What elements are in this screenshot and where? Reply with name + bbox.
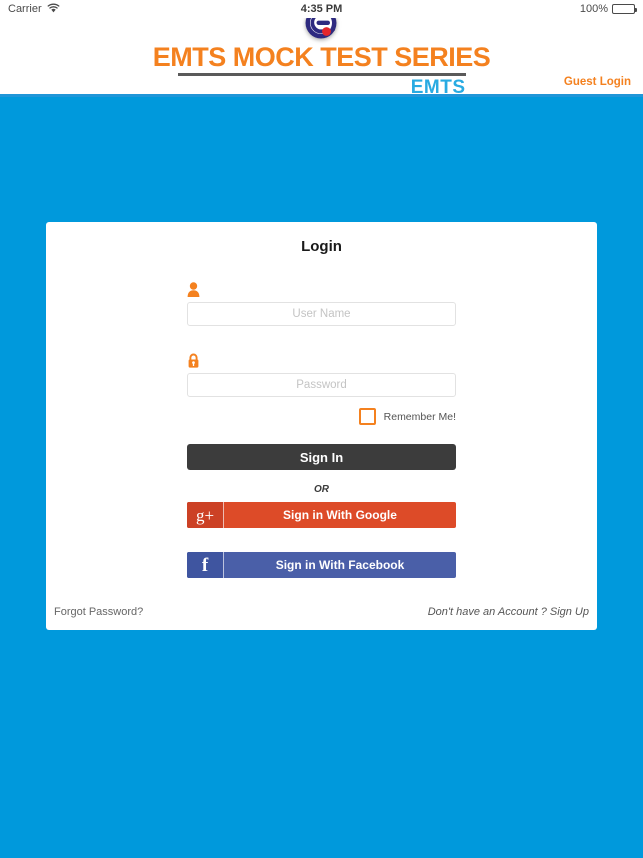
google-plus-icon: g+ xyxy=(187,502,224,528)
or-divider-label: OR xyxy=(314,484,329,495)
facebook-icon: f xyxy=(187,552,224,578)
status-bar: Carrier 4:35 PM 100% xyxy=(0,0,643,18)
sign-in-with-facebook-button[interactable]: f Sign in With Facebook xyxy=(187,552,456,578)
sign-in-with-google-button[interactable]: g+ Sign in With Google xyxy=(187,502,456,528)
google-button-label: Sign in With Google xyxy=(283,508,397,522)
sign-up-link[interactable]: Don't have an Account ? Sign Up xyxy=(428,606,589,618)
page-title: Login xyxy=(301,238,342,255)
status-bar-time: 4:35 PM xyxy=(300,3,343,15)
guest-login-button[interactable]: Guest Login xyxy=(564,76,631,88)
brand-underline-rule xyxy=(177,73,466,76)
remember-me-row: Remember Me! xyxy=(46,408,597,425)
forgot-password-link[interactable]: Forgot Password? xyxy=(54,606,143,618)
username-input[interactable] xyxy=(187,302,456,326)
remember-me-checkbox[interactable] xyxy=(358,408,376,425)
field-spacer xyxy=(46,326,597,348)
login-card: Login Remember Me! Sign In OR xyxy=(46,222,597,630)
google-plus-glyph: g+ xyxy=(195,505,215,525)
brand-wordmark: EMTS MOCK TEST SERIES xyxy=(152,42,491,72)
card-footer: Forgot Password? Don't have an Account ?… xyxy=(46,594,597,630)
remember-me-label: Remember Me! xyxy=(383,410,456,423)
status-bar-right: 100% xyxy=(579,3,637,15)
lock-icon xyxy=(187,348,456,368)
sign-in-button[interactable]: Sign In xyxy=(187,444,456,470)
facebook-glyph: f xyxy=(201,554,209,576)
password-input[interactable] xyxy=(187,373,456,397)
battery-percent-label: 100% xyxy=(579,3,608,15)
brand-lockup: EMTS MOCK TEST SERIES EMTS xyxy=(0,4,643,99)
header-divider xyxy=(0,94,643,97)
facebook-button-label: Sign in With Facebook xyxy=(275,558,405,572)
password-field-group xyxy=(46,348,597,397)
username-field-group xyxy=(46,277,597,326)
battery-full-icon xyxy=(612,4,637,14)
user-icon xyxy=(187,277,456,297)
